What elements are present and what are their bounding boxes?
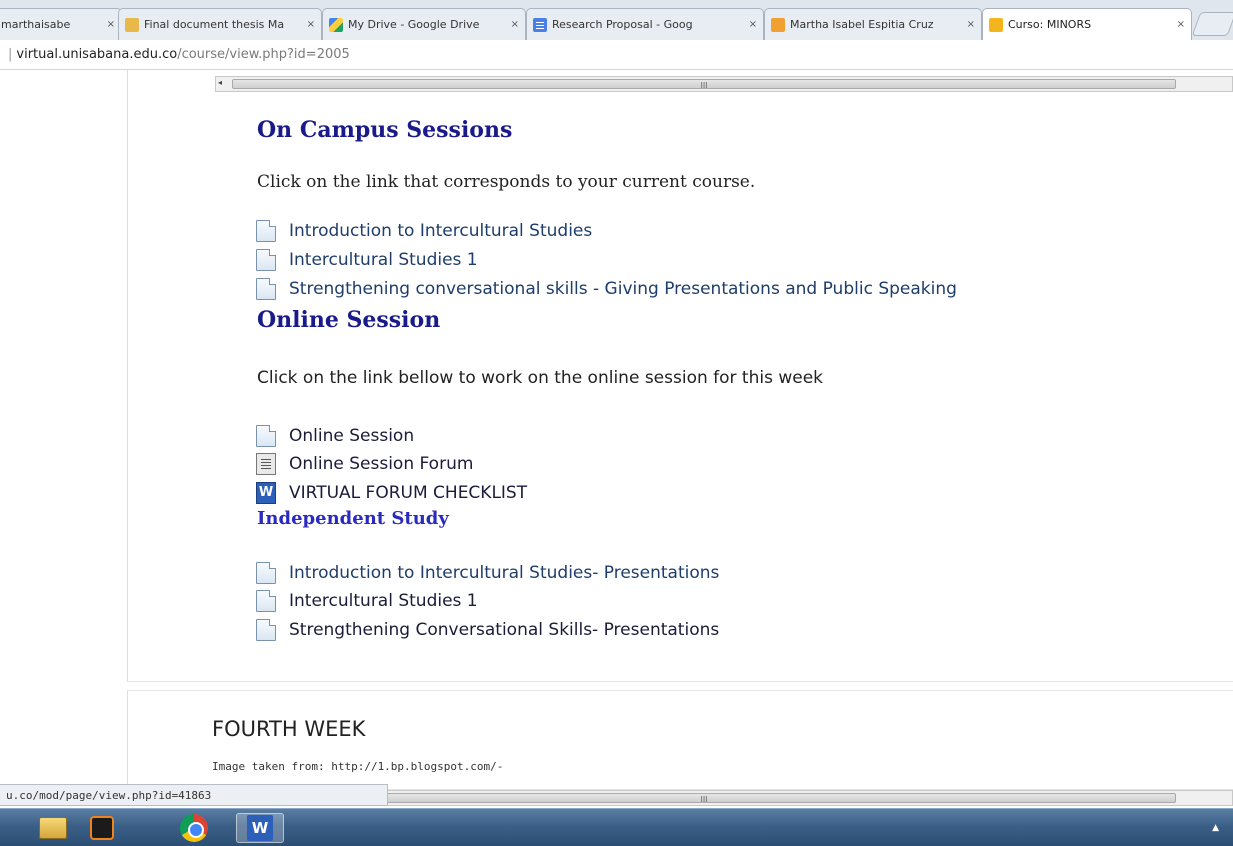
resource-link[interactable]: Online Session Forum	[256, 451, 473, 477]
tab-martha-mail[interactable]: Martha Isabel Espitia Cruz ×	[764, 8, 982, 40]
taskbar: W ▲	[0, 808, 1233, 846]
image-caption: Image taken from: http://1.bp.blogspot.c…	[212, 760, 504, 773]
address-path: /course/view.php?id=2005	[177, 47, 350, 62]
drive-icon	[329, 17, 343, 32]
resource-label[interactable]: Intercultural Studies 1	[289, 591, 478, 611]
online-session-heading: Online Session	[257, 307, 441, 333]
tab-google-drive[interactable]: My Drive - Google Drive ×	[322, 8, 526, 40]
page-icon	[256, 249, 276, 271]
resource-label[interactable]: Introduction to Intercultural Studies- P…	[289, 563, 719, 583]
tab-title: Curso: MINORS	[1008, 18, 1092, 31]
address-bar[interactable]: | virtual.unisabana.edu.co /course/view.…	[0, 40, 1233, 70]
mail-icon	[771, 17, 785, 32]
resource-link[interactable]: Intercultural Studies 1	[256, 588, 478, 614]
on-campus-heading: On Campus Sessions	[257, 117, 513, 143]
address-separator: |	[8, 47, 13, 62]
resource-label[interactable]: Online Session Forum	[289, 454, 473, 474]
explorer-icon	[39, 817, 67, 839]
tab-title: My Drive - Google Drive	[348, 18, 480, 31]
status-url-bubble: u.co/mod/page/view.php?id=41863	[0, 784, 388, 806]
resource-label[interactable]: Strengthening Conversational Skills- Pre…	[289, 620, 719, 640]
resource-link[interactable]: Introduction to Intercultural Studies- P…	[256, 560, 719, 586]
tab-close-icon[interactable]: ×	[967, 19, 975, 30]
docs-icon	[533, 17, 547, 32]
resource-label[interactable]: Introduction to Intercultural Studies	[289, 221, 592, 241]
page-icon	[256, 562, 276, 584]
page-icon	[256, 220, 276, 242]
taskbar-word[interactable]: W	[236, 813, 284, 843]
tab-title: marthaisabe	[1, 18, 71, 31]
media-player-icon	[90, 816, 114, 840]
moodle-icon	[989, 17, 1003, 32]
resource-label[interactable]: VIRTUAL FORUM CHECKLIST	[289, 483, 527, 503]
resource-label[interactable]: Intercultural Studies 1	[289, 250, 478, 270]
resource-link[interactable]: Strengthening conversational skills - Gi…	[256, 276, 957, 302]
tab-final-document[interactable]: Final document thesis Ma ×	[118, 8, 322, 40]
resource-link[interactable]: Intercultural Studies 1	[256, 247, 478, 273]
forum-icon	[256, 453, 276, 475]
resource-link[interactable]: Online Session	[256, 423, 414, 449]
tab-close-icon[interactable]: ×	[511, 19, 519, 30]
browser-tab-strip: marthaisabe × Final document thesis Ma ×…	[0, 0, 1233, 40]
word-icon: W	[256, 482, 276, 504]
tab-close-icon[interactable]: ×	[1177, 19, 1185, 30]
page-icon	[256, 425, 276, 447]
page-icon	[256, 278, 276, 300]
chrome-icon	[180, 814, 208, 842]
independent-study-heading: Independent Study	[257, 508, 449, 529]
tray-expand-icon[interactable]: ▲	[1212, 823, 1219, 833]
new-tab-button[interactable]	[1191, 12, 1233, 36]
tab-close-icon[interactable]: ×	[107, 19, 115, 30]
page-icon	[256, 590, 276, 612]
page-icon	[256, 619, 276, 641]
resource-label[interactable]: Online Session	[289, 426, 414, 446]
taskbar-explorer[interactable]	[35, 813, 71, 843]
online-session-intro: Click on the link bellow to work on the …	[257, 368, 824, 388]
tab-close-icon[interactable]: ×	[307, 19, 315, 30]
taskbar-media-player[interactable]	[84, 813, 120, 843]
taskbar-chrome[interactable]	[176, 813, 212, 843]
tab-title: Research Proposal - Goog	[552, 18, 693, 31]
tab-title: Final document thesis Ma	[144, 18, 285, 31]
resource-link[interactable]: Strengthening Conversational Skills- Pre…	[256, 617, 719, 643]
resource-label[interactable]: Strengthening conversational skills - Gi…	[289, 279, 957, 299]
folder-icon	[125, 17, 139, 32]
on-campus-intro: Click on the link that corresponds to yo…	[257, 172, 756, 192]
tab-close-icon[interactable]: ×	[749, 19, 757, 30]
resource-link[interactable]: Introduction to Intercultural Studies	[256, 218, 592, 244]
address-host: virtual.unisabana.edu.co	[16, 47, 178, 62]
word-icon: W	[247, 815, 273, 841]
tab-curso-minors[interactable]: Curso: MINORS ×	[982, 8, 1192, 40]
scrollbar-grip: III	[700, 795, 708, 804]
fourth-week-title: FOURTH WEEK	[212, 717, 366, 741]
tab-gmail[interactable]: marthaisabe ×	[0, 8, 122, 40]
resource-link[interactable]: W VIRTUAL FORUM CHECKLIST	[256, 480, 527, 506]
tab-title: Martha Isabel Espitia Cruz	[790, 18, 934, 31]
tab-research-proposal[interactable]: Research Proposal - Goog ×	[526, 8, 764, 40]
